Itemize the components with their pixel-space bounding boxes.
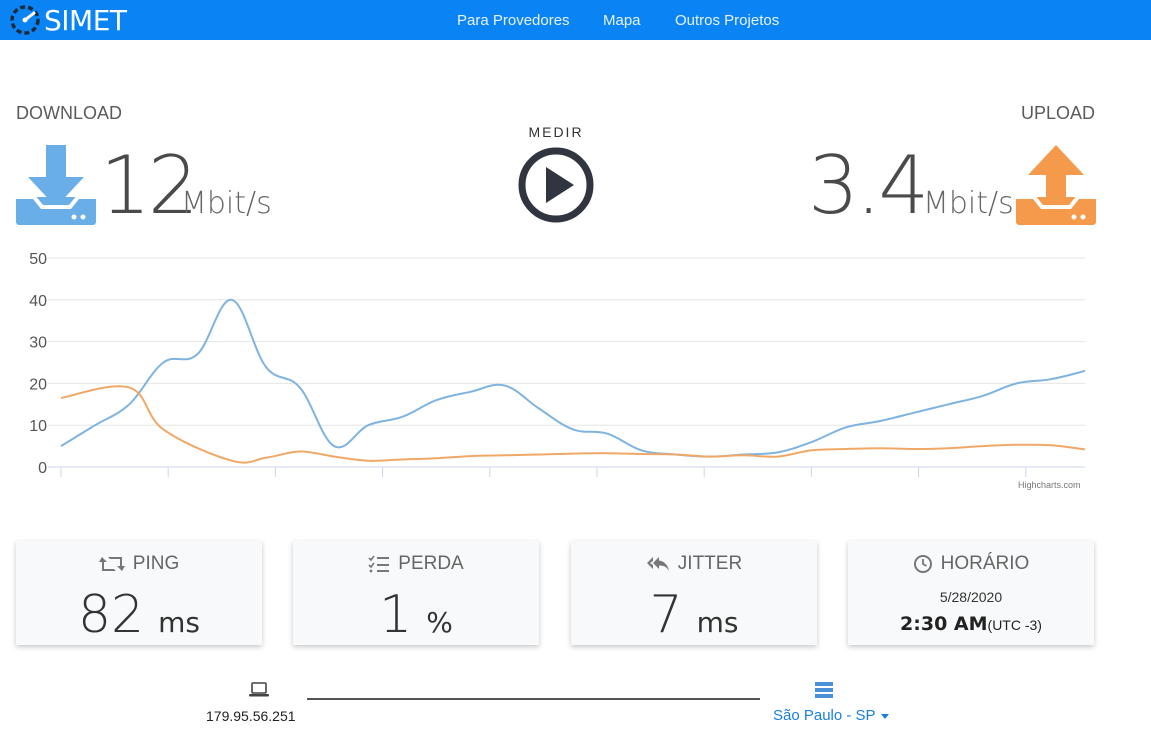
logo-text: SIMET [44,3,127,37]
nav-link-para-provedores[interactable]: Para Provedores [457,12,570,29]
y-tick-label: 0 [38,460,47,477]
upload-series-line [60,385,1086,464]
upload-unit: Mbit/s [923,186,1014,221]
server-location-dropdown[interactable]: São Paulo - SP [773,707,890,724]
top-navbar: SIMET Para Provedores Mapa Outros Projet… [0,0,1151,40]
y-tick-label: 10 [29,418,47,435]
jitter-title: JITTER [677,553,743,574]
y-tick-label: 40 [29,293,47,310]
tasks-icon [368,555,390,573]
horario-time: 2:30 AM [900,613,988,635]
y-tick-label: 50 [29,251,47,268]
upload-label: UPLOAD [1021,103,1096,123]
perda-card: PERDA 1% [293,541,539,645]
download-label: DOWNLOAD [16,103,123,123]
horario-title: HORÁRIO [940,553,1030,574]
horario-date: 5/28/2020 [939,589,1003,605]
medir-label: MEDIR [528,124,584,140]
download-unit: Mbit/s [181,186,272,221]
medir-play-button[interactable] [516,145,596,225]
connection-line [307,698,760,700]
simet-logo[interactable]: SIMET [8,3,127,37]
clock-icon [913,555,932,573]
speed-chart: 0 10 20 30 40 50 [29,251,1086,477]
horario-card: HORÁRIO 5/28/2020 2:30 AM(UTC -3) [848,541,1094,645]
caret-down-icon [881,713,890,719]
nav-link-mapa[interactable]: Mapa [603,12,641,29]
speedometer-icon [10,5,40,35]
jitter-value: 7 [649,585,683,645]
jitter-unit: ms [696,606,739,639]
download-series-line [60,298,1086,458]
jitter-card: JITTER 7 ms [571,541,817,645]
perda-value: 1 [379,585,413,645]
ping-value: 82 [77,585,145,645]
ping-card: PING 82 ms [16,541,262,645]
chart-credit[interactable]: Highcharts.com [1018,480,1081,490]
nav-link-outros-projetos[interactable]: Outros Projetos [675,12,779,29]
upload-value: 3.4 [808,139,929,232]
download-icon [16,145,96,225]
y-tick-label: 30 [29,335,47,352]
ping-title: PING [132,553,180,574]
server-icon [815,682,833,698]
horario-timezone: (UTC -3) [987,617,1042,633]
server-location-label: São Paulo - SP [773,707,876,724]
reply-all-icon [646,557,669,571]
retweet-icon [98,557,125,571]
ping-unit: ms [158,606,201,639]
y-tick-label: 20 [29,376,47,393]
perda-unit: % [426,606,453,639]
client-ip: 179.95.56.251 [206,708,296,724]
perda-title: PERDA [398,553,464,574]
laptop-icon [249,682,269,697]
upload-icon [1016,145,1096,225]
